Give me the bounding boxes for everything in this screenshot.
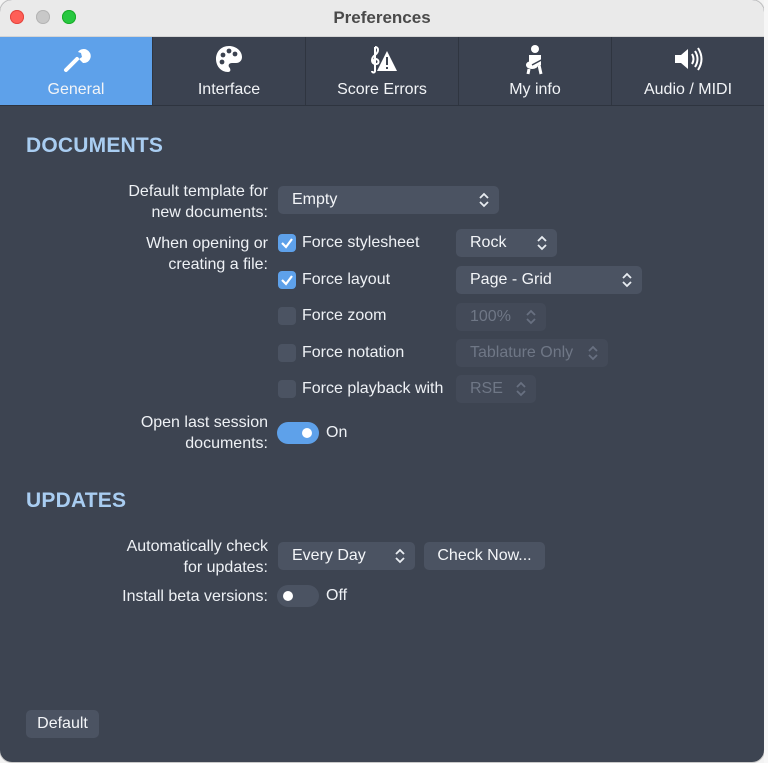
layout-select[interactable]: Page - Grid [456,266,642,294]
tab-label: General [47,81,105,98]
chevron-updown-icon [537,235,547,251]
toggle-knob [283,591,293,601]
chevron-updown-icon [622,272,632,288]
last-session-state: On [326,424,348,441]
tab-label: My info [509,81,561,98]
check-now-button[interactable]: Check Now... [424,542,545,570]
tab-my-info[interactable]: My info [459,37,612,105]
checkmark-icon [281,238,293,249]
window-title: Preferences [333,8,431,27]
last-session-toggle[interactable] [277,422,319,444]
stylesheet-select[interactable]: Rock [456,229,557,257]
chevron-updown-icon [395,548,405,564]
tab-score-errors[interactable]: Score Errors [306,37,459,105]
toggle-knob [302,428,312,438]
default-template-label: Default template for new documents: [128,183,268,221]
chevron-updown-icon [479,192,489,208]
select-value: Rock [470,234,507,251]
force-stylesheet-label: Force stylesheet [302,234,420,251]
opening-file-label: When opening or creating a file: [146,235,268,273]
auto-check-label: Automatically check for updates: [126,538,268,576]
guitarist-icon [526,45,548,75]
palette-icon [216,46,242,72]
chevron-updown-icon [516,381,526,397]
tab-label: Score Errors [337,81,427,98]
select-value: 100% [470,308,511,325]
chevron-updown-icon [526,309,536,325]
update-frequency-select[interactable]: Every Day [278,542,415,570]
force-layout-label: Force layout [302,271,391,288]
title-bar: Preferences [0,0,764,37]
default-button[interactable]: Default [26,710,99,738]
select-value: Tablature Only [470,344,574,361]
documents-heading: DOCUMENTS [26,134,164,157]
checkbox[interactable] [278,271,296,289]
general-pane: DOCUMENTS Default template for new docum… [0,106,764,762]
tab-interface[interactable]: Interface [153,37,306,105]
tab-general[interactable]: General [0,37,153,105]
select-value: Empty [292,191,338,208]
checkbox[interactable] [278,380,296,398]
checkbox[interactable] [278,234,296,252]
speaker-icon [675,47,703,71]
beta-label: Install beta versions: [122,588,268,605]
checkbox[interactable] [278,307,296,325]
updates-heading: UPDATES [26,489,127,512]
beta-state: Off [326,587,348,604]
preferences-window: Preferences General Interface Score Erro… [0,0,764,762]
checkbox[interactable] [278,344,296,362]
select-value: RSE [470,380,503,397]
notation-select: Tablature Only [456,339,608,367]
force-playback-label: Force playback with [302,380,444,397]
playback-select: RSE [456,375,536,403]
select-value: Page - Grid [470,271,552,288]
tab-label: Interface [197,81,261,98]
chevron-updown-icon [588,345,598,361]
wrench-icon [64,49,91,72]
tab-audio-midi[interactable]: Audio / MIDI [612,37,764,105]
last-session-label: Open last session documents: [140,414,268,452]
force-notation-label: Force notation [302,344,405,361]
select-value: Every Day [292,547,366,564]
background-edge [764,0,768,763]
default-template-select[interactable]: Empty [278,186,499,214]
beta-toggle[interactable] [277,585,319,607]
preferences-toolbar: General Interface Score Errors My info A… [0,37,764,106]
tab-label: Audio / MIDI [643,81,733,98]
clef-warning-icon [371,46,397,74]
force-zoom-label: Force zoom [302,307,387,324]
checkmark-icon [281,275,293,286]
zoom-select: 100% [456,303,546,331]
